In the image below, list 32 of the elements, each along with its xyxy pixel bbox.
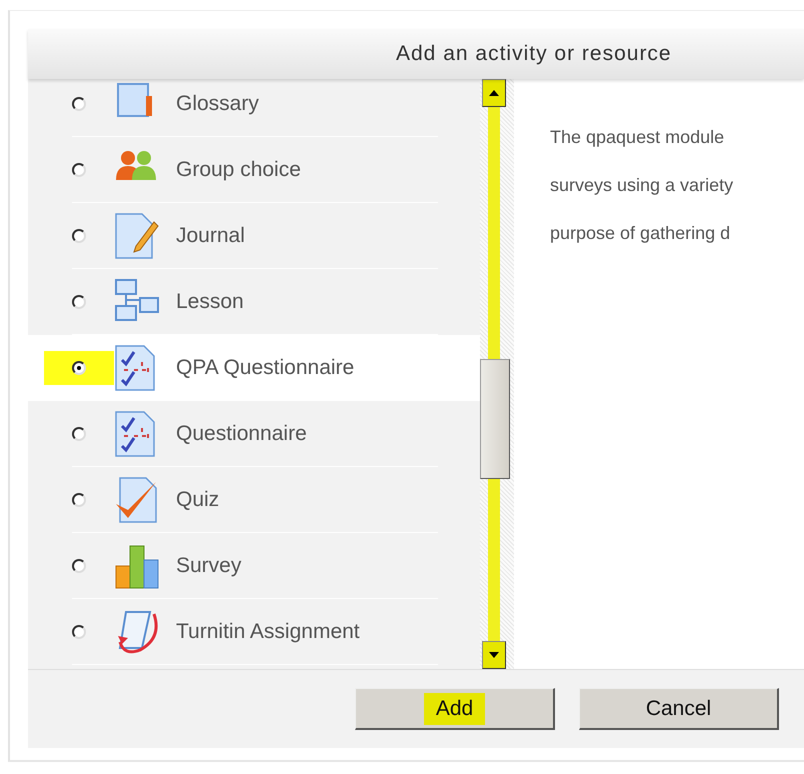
activity-option[interactable]: Turnitin Assignment <box>28 599 480 665</box>
activity-option[interactable]: Lesson <box>28 269 480 335</box>
scroll-thumb[interactable] <box>480 359 510 479</box>
radio-button[interactable] <box>72 493 86 507</box>
dialog-button[interactable]: Cancel <box>579 688 779 730</box>
radio-button[interactable] <box>72 229 86 243</box>
activity-option[interactable]: Glossary <box>28 79 480 137</box>
down-arrow-icon <box>489 652 499 658</box>
dialog-button[interactable]: Add <box>355 688 555 730</box>
scroll-up-button[interactable] <box>482 79 506 107</box>
activity-option[interactable]: Survey <box>28 533 480 599</box>
radio-button[interactable] <box>72 427 86 441</box>
activity-option[interactable]: Questionnaire <box>28 401 480 467</box>
description-text: The qpaquest module <box>550 126 726 149</box>
activity-option[interactable]: Quiz <box>28 467 480 533</box>
activity-option[interactable]: QPA Questionnaire <box>28 335 480 401</box>
scroll-down-button[interactable] <box>482 641 506 669</box>
up-arrow-icon <box>489 90 499 96</box>
radio-button[interactable] <box>72 97 86 111</box>
description-text: purpose of gathering d <box>550 222 732 245</box>
scrollbar[interactable] <box>480 79 514 669</box>
radio-button[interactable] <box>72 559 86 573</box>
radio-button[interactable] <box>72 361 86 375</box>
description-text: surveys using a variety <box>550 174 734 197</box>
activity-option[interactable]: Group choice <box>28 137 480 203</box>
activity-option[interactable]: Journal <box>28 203 480 269</box>
radio-button[interactable] <box>72 295 86 309</box>
radio-button[interactable] <box>72 625 86 639</box>
dialog-title: Add an activity or resource <box>396 42 672 66</box>
radio-button[interactable] <box>72 163 86 177</box>
checkmark-document-icon <box>114 476 160 524</box>
pencil-document-icon <box>114 212 160 260</box>
